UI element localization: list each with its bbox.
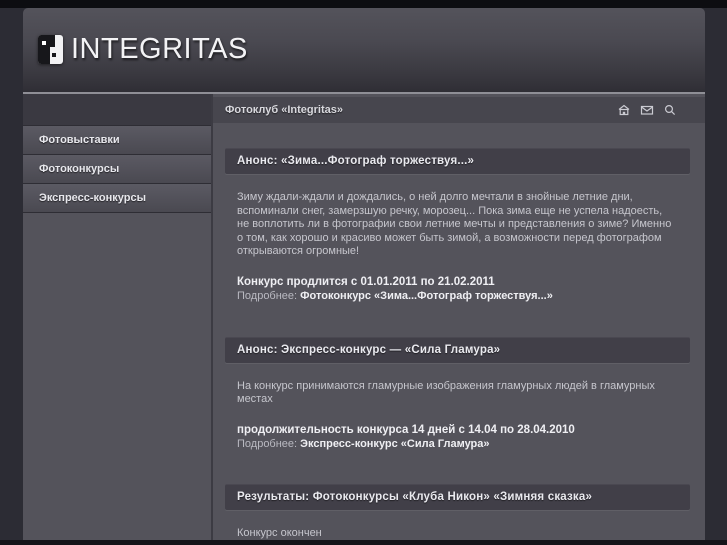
section-header-announce-winter: Анонс: «Зима...Фотограф торжествуя...» xyxy=(225,148,690,174)
more-link-winter[interactable]: Фотоконкурс «Зима...Фотограф торжествуя.… xyxy=(300,290,553,302)
sidebar-item-express-contests[interactable]: Экспресс-конкурсы xyxy=(23,183,211,213)
content-topbar: Фотоклуб «Integritas» xyxy=(213,97,705,123)
sidebar-item-photo-exhibitions[interactable]: Фотовыставки xyxy=(23,125,211,154)
more-link-glamour[interactable]: Экспресс-конкурс «Сила Гламура» xyxy=(300,438,489,450)
home-icon[interactable] xyxy=(617,103,631,117)
sidebar-menu: Фотовыставки Фотоконкурсы Экспресс-конку… xyxy=(23,94,211,213)
logo[interactable]: INTEGRITAS xyxy=(38,33,248,66)
page-body: Фотовыставки Фотоконкурсы Экспресс-конку… xyxy=(23,94,705,545)
page-frame: INTEGRITAS Фотовыставки Фотоконкурсы Экс… xyxy=(23,8,705,545)
more-line-glamour: Подробнее: Экспресс-конкурс «Сила Гламур… xyxy=(237,437,675,451)
section-header-announce-glamour: Анонс: Экспресс-конкурс — «Сила Гламура» xyxy=(225,336,690,363)
sidebar-item-photo-contests[interactable]: Фотоконкурсы xyxy=(23,154,211,183)
section-body-announce-glamour: На конкурс принимаются гламурные изображ… xyxy=(237,379,655,406)
content-title: Фотоклуб «Integritas» xyxy=(225,104,343,116)
logo-icon xyxy=(38,35,63,64)
site-header: INTEGRITAS xyxy=(23,8,705,92)
more-label: Подробнее: xyxy=(237,437,298,450)
section-header-results-nikon: Результаты: Фотоконкурсы «Клуба Никон» «… xyxy=(225,483,690,510)
contest-dates-glamour: продолжительность конкурса 14 дней с 14.… xyxy=(237,423,575,436)
bottom-border-band xyxy=(0,540,727,545)
section-body-announce-winter: Зиму ждали-ждали и дождались, о ней долг… xyxy=(237,191,672,257)
section-body-results-nikon: Конкурс окончен xyxy=(237,526,322,539)
top-border-band xyxy=(0,0,727,8)
mail-icon[interactable] xyxy=(640,103,654,117)
main-content: Фотоклуб «Integritas» Анонс: «Зима...Фот… xyxy=(213,94,705,545)
search-icon[interactable] xyxy=(663,103,677,117)
logo-text: INTEGRITAS xyxy=(71,33,248,65)
contest-dates-winter: Конкурс продлится с 01.01.2011 по 21.02.… xyxy=(237,275,495,288)
more-line-winter: Подробнее: Фотоконкурс «Зима...Фотограф … xyxy=(237,289,675,303)
topbar-icons xyxy=(617,103,677,117)
more-label: Подробнее: xyxy=(237,289,298,302)
